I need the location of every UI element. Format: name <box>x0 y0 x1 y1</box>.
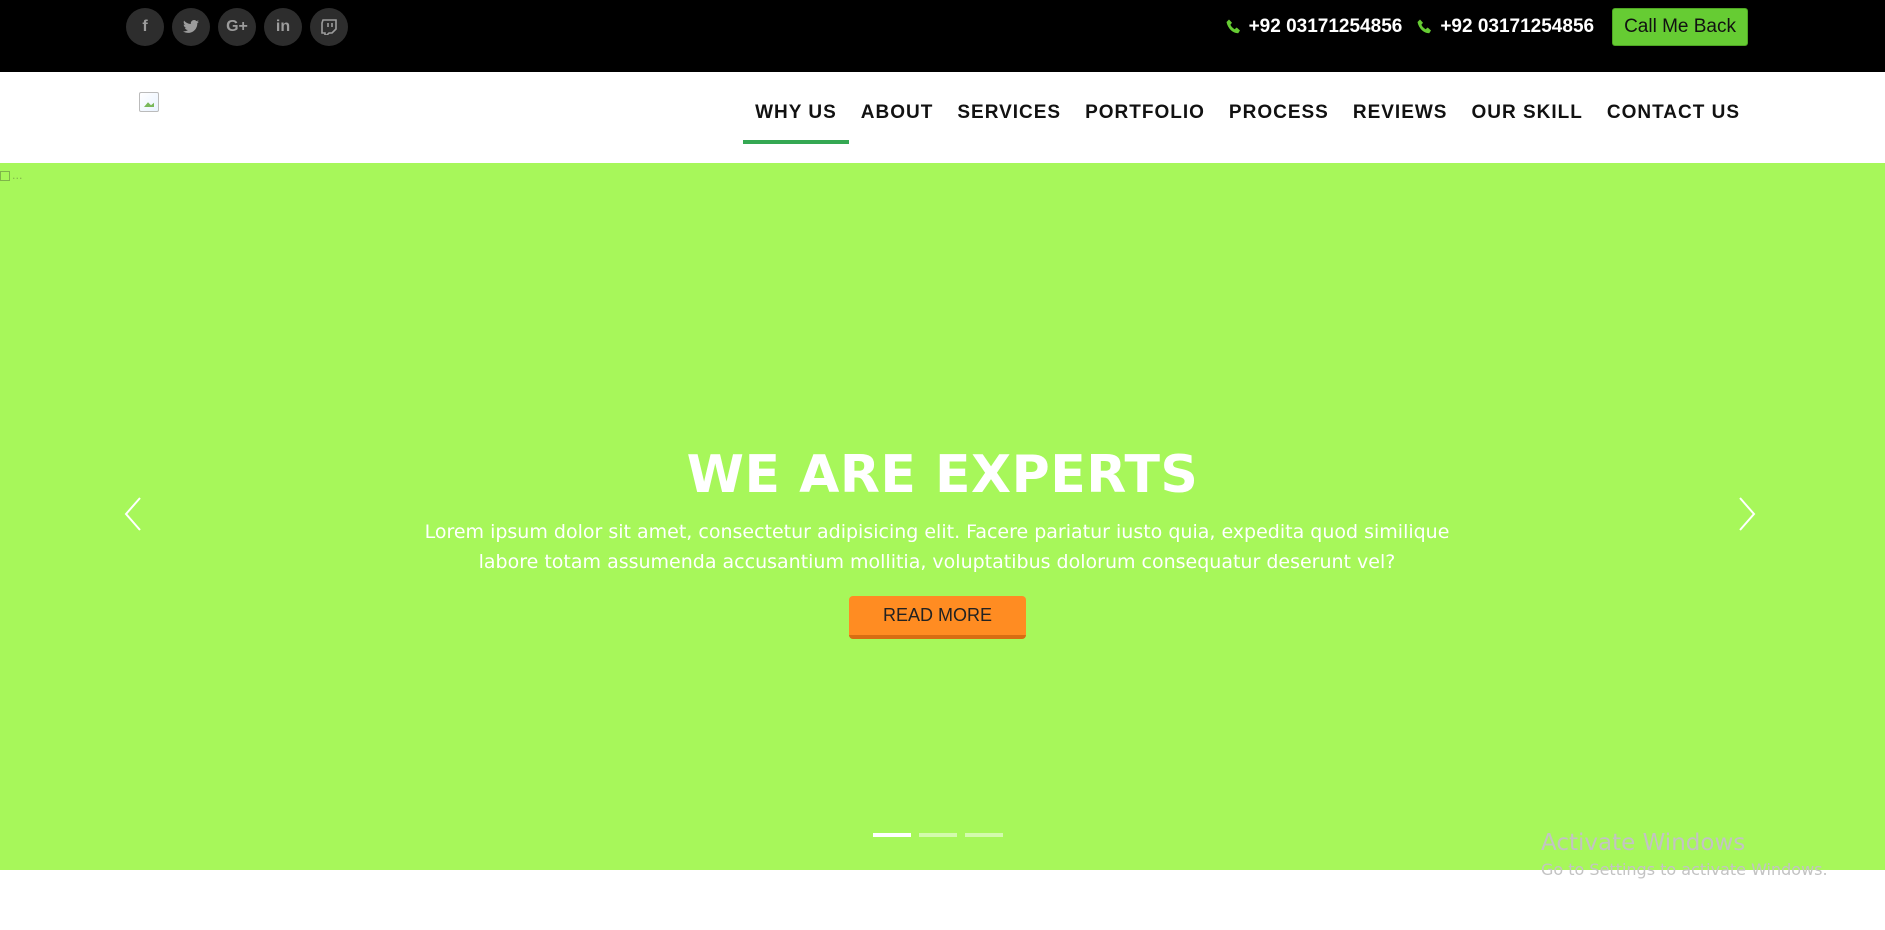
carousel-indicator-2[interactable] <box>919 833 957 837</box>
carousel-indicator-1[interactable] <box>873 833 911 837</box>
phone-icon <box>1226 19 1240 34</box>
watermark-title: Activate Windows <box>1541 830 1746 856</box>
nav-item-why-us[interactable]: WHY US <box>743 96 849 144</box>
broken-image-icon <box>0 170 10 181</box>
nav-item-portfolio[interactable]: PORTFOLIO <box>1073 96 1217 134</box>
carousel-next-arrow-icon[interactable] <box>1732 494 1762 534</box>
google-plus-icon[interactable]: G+ <box>218 8 256 46</box>
nav-item-reviews[interactable]: REVIEWS <box>1341 96 1460 134</box>
nav-menu: WHY US ABOUT SERVICES PORTFOLIO PROCESS … <box>743 96 1752 144</box>
linkedin-icon[interactable]: in <box>264 8 302 46</box>
watermark-subtitle: Go to Settings to activate Windows. <box>1541 860 1828 879</box>
hero-description: Lorem ipsum dolor sit amet, consectetur … <box>424 521 1450 573</box>
activate-windows-watermark: Activate Windows Go to Settings to activ… <box>1541 828 1828 882</box>
phone-icon <box>1417 19 1432 34</box>
twitch-icon[interactable] <box>310 8 348 46</box>
nav-item-contact-us[interactable]: CONTACT US <box>1595 96 1752 134</box>
nav-item-services[interactable]: SERVICES <box>945 96 1073 134</box>
contact-area: +92 03171254856 +92 03171254856 Call Me … <box>1225 8 1748 46</box>
phone-number-1[interactable]: +92 03171254856 <box>1225 16 1403 38</box>
phone-number-text: +92 03171254856 <box>1440 16 1595 37</box>
read-more-button[interactable]: READ MORE <box>849 596 1026 639</box>
carousel-indicators <box>873 833 1003 837</box>
broken-image-alt-text: ... <box>12 169 23 182</box>
call-me-back-button[interactable]: Call Me Back <box>1612 8 1748 46</box>
phone-number-2[interactable]: +92 03171254856 <box>1416 16 1594 38</box>
nav-item-our-skill[interactable]: OUR SKILL <box>1459 96 1594 134</box>
twitter-bird-glyph <box>183 20 199 33</box>
phone-number-text: +92 03171254856 <box>1248 16 1403 37</box>
twitter-icon[interactable] <box>172 8 210 46</box>
nav-item-about[interactable]: ABOUT <box>849 96 946 134</box>
carousel-indicator-3[interactable] <box>965 833 1003 837</box>
hero-title: WE ARE EXPERTS <box>686 445 1199 505</box>
logo-broken-image-icon[interactable] <box>139 92 159 112</box>
top-bar: f G+ in +92 03171254856 +92 03171254856 … <box>0 0 1885 72</box>
broken-slide-image: ... <box>0 169 23 182</box>
twitch-glyph <box>321 19 337 35</box>
nav-item-process[interactable]: PROCESS <box>1217 96 1341 134</box>
social-links: f G+ in <box>126 8 348 46</box>
facebook-icon[interactable]: f <box>126 8 164 46</box>
carousel-prev-arrow-icon[interactable] <box>118 494 148 534</box>
main-navbar: WHY US ABOUT SERVICES PORTFOLIO PROCESS … <box>0 72 1885 163</box>
hero-carousel: ... WE ARE EXPERTS Lorem ipsum dolor sit… <box>0 163 1885 870</box>
